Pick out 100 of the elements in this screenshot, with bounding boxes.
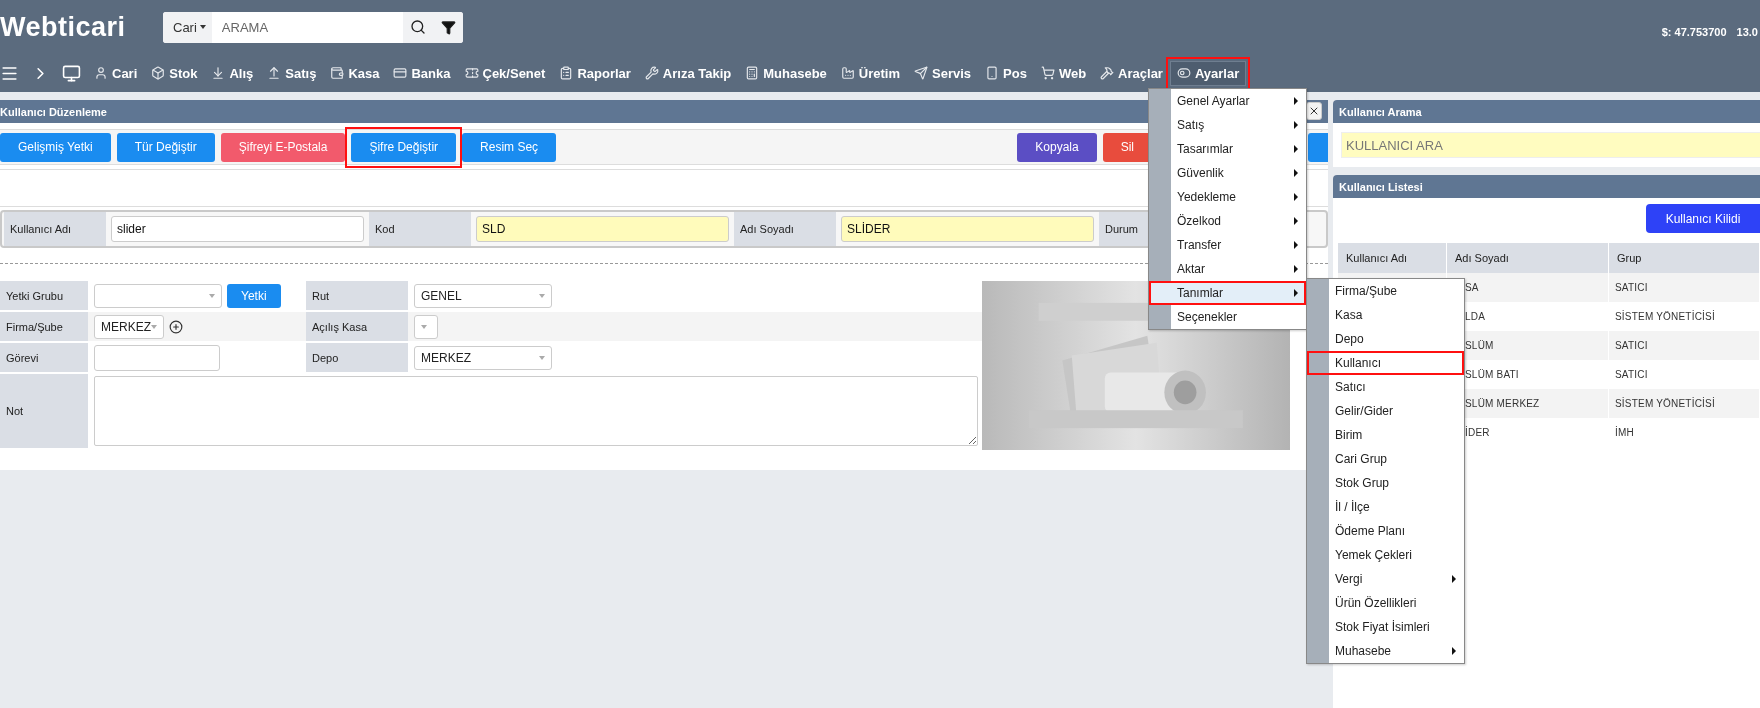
nav-item[interactable]: Satış — [260, 60, 324, 86]
action-button[interactable]: Kopyala — [1017, 132, 1097, 162]
select-field[interactable]: MERKEZ — [94, 314, 164, 339]
field-label: Açılış Kasa — [306, 312, 408, 343]
note-field[interactable] — [94, 376, 978, 446]
table-cell: SATICI — [1615, 369, 1648, 380]
logo[interactable]: Webticari — [0, 11, 163, 43]
input-field[interactable] — [94, 344, 220, 371]
exchange-rate: $: 47.753700 — [1661, 26, 1727, 38]
input-field[interactable]: SLD — [476, 216, 729, 242]
table-cell-text: LDA — [1464, 311, 1486, 322]
scope-dropdown[interactable]: Cari — [163, 11, 212, 43]
nav-item[interactable]: Alış — [204, 60, 261, 86]
box-icon — [151, 66, 166, 80]
menu-item[interactable]: Yedekleme — [1149, 185, 1306, 209]
table-cell: İMH — [1615, 427, 1634, 438]
select-field[interactable]: GENEL — [414, 283, 552, 308]
menu-item[interactable]: Genel Ayarlar — [1149, 89, 1306, 113]
card-icon — [393, 66, 408, 80]
column-header[interactable]: Adı Soyadı — [1447, 243, 1609, 273]
menu-item[interactable]: Satıcı — [1307, 375, 1464, 399]
menu-item[interactable]: Yemek Çekleri — [1307, 543, 1464, 567]
panel-title: Kullanıcı Arama — [1333, 100, 1760, 123]
column-header[interactable]: Kullanıcı Adı — [1338, 243, 1447, 273]
submenu-caret-icon — [1294, 193, 1298, 201]
menu-item[interactable]: Firma/Şube — [1307, 279, 1464, 303]
search-field[interactable]: Cari ARAMA — [163, 11, 463, 43]
menu-item[interactable]: Vergi — [1307, 567, 1464, 591]
monitor-icon[interactable] — [62, 63, 81, 83]
submenu-caret-icon — [1294, 265, 1298, 273]
clipboard-icon — [559, 66, 574, 80]
nav-item[interactable]: Kasa — [323, 60, 387, 86]
submenu-caret-icon — [1294, 241, 1298, 249]
menu-item[interactable]: Tasarımlar — [1149, 137, 1306, 161]
search-icon[interactable] — [403, 11, 433, 43]
field-label: Durum — [1099, 212, 1149, 246]
select-field[interactable] — [414, 314, 438, 339]
menu-item[interactable]: Depo — [1307, 327, 1464, 351]
menu-item[interactable]: Stok Grup — [1307, 471, 1464, 495]
select-field[interactable] — [94, 283, 222, 308]
nav-item[interactable]: Çek/Senet — [457, 60, 553, 86]
menu-item[interactable]: Güvenlik — [1149, 161, 1306, 185]
table-cell-text: SLÜM — [1464, 340, 1494, 351]
field-label: Rut — [306, 281, 408, 312]
caret-icon — [209, 293, 215, 298]
menu-item[interactable]: Transfer — [1149, 233, 1306, 257]
nav-item[interactable]: Web — [1033, 60, 1094, 86]
nav-item[interactable]: Raporlar — [552, 60, 638, 86]
menu-item[interactable]: Ödeme Planı — [1307, 519, 1464, 543]
submenu-caret-icon — [1294, 97, 1298, 105]
menu-item[interactable]: Stok Fiyat İsimleri — [1307, 615, 1464, 639]
submenu-caret-icon — [1294, 145, 1298, 153]
user-search-field[interactable]: KULLANICI ARA — [1341, 132, 1760, 158]
add-icon[interactable] — [169, 319, 183, 334]
panel-title: Kullanıcı Listesi — [1333, 175, 1760, 198]
download-icon — [211, 66, 226, 80]
menu-item[interactable]: Gelir/Gider — [1307, 399, 1464, 423]
nav-item[interactable]: Muhasebe — [738, 60, 834, 86]
send-icon — [914, 66, 928, 80]
nav-item[interactable]: Araçlar — [1093, 60, 1170, 86]
submenu-caret-icon — [1452, 575, 1456, 583]
submenu-caret-icon — [1294, 121, 1298, 129]
nav-item[interactable]: Ayarlar — [1169, 60, 1247, 86]
input-field[interactable]: slider — [111, 216, 364, 242]
save-button[interactable] — [1308, 132, 1328, 162]
nav-item[interactable]: Servis — [907, 60, 979, 86]
caret-icon — [539, 355, 545, 360]
filter-icon[interactable] — [433, 11, 463, 43]
calculator-icon — [745, 66, 760, 80]
menu-item[interactable]: Birim — [1307, 423, 1464, 447]
nav-item[interactable]: Banka — [386, 60, 458, 86]
menu-item[interactable]: Muhasebe — [1307, 639, 1464, 663]
cart-icon — [1040, 66, 1055, 80]
menu-item[interactable]: Aktar — [1149, 257, 1306, 281]
menu-item[interactable]: Kullanıcı — [1307, 351, 1464, 375]
table-cell: SİSTEM YÖNETİCİSİ — [1615, 311, 1715, 322]
field-label: Yetki Grubu — [0, 281, 88, 312]
menu-item[interactable]: Seçenekler — [1149, 305, 1306, 329]
table-cell: SİSTEM YÖNETİCİSİ — [1615, 398, 1715, 409]
field-label: Adı Soyadı — [734, 212, 836, 246]
menu-item[interactable]: Ürün Özellikleri — [1307, 591, 1464, 615]
select-field[interactable]: MERKEZ — [414, 345, 552, 370]
table-cell-text: SLÜM MERKEZ — [1464, 398, 1540, 409]
menu-item[interactable]: İl / İlçe — [1307, 495, 1464, 519]
submenu-caret-icon — [1294, 169, 1298, 177]
factory-icon — [840, 66, 855, 80]
menu-item[interactable]: Kasa — [1307, 303, 1464, 327]
menu-item[interactable]: Tanımlar — [1149, 281, 1306, 305]
input-field[interactable]: SLİDER — [841, 216, 1094, 242]
lock-button[interactable]: Kullanıcı Kilidi — [1646, 204, 1760, 233]
nav-item[interactable]: Cari — [87, 60, 145, 86]
nav-item[interactable]: Stok — [144, 60, 205, 86]
user-icon — [94, 66, 108, 80]
nav-item[interactable]: Pos — [978, 60, 1034, 86]
menu-item[interactable]: Satış — [1149, 113, 1306, 137]
menu-item[interactable]: Cari Grup — [1307, 447, 1464, 471]
nav-item[interactable]: Arıza Takip — [637, 60, 739, 86]
column-header[interactable]: Grup — [1609, 243, 1760, 273]
menu-item[interactable]: Özelkod — [1149, 209, 1306, 233]
nav-item[interactable]: Üretim — [833, 60, 907, 86]
